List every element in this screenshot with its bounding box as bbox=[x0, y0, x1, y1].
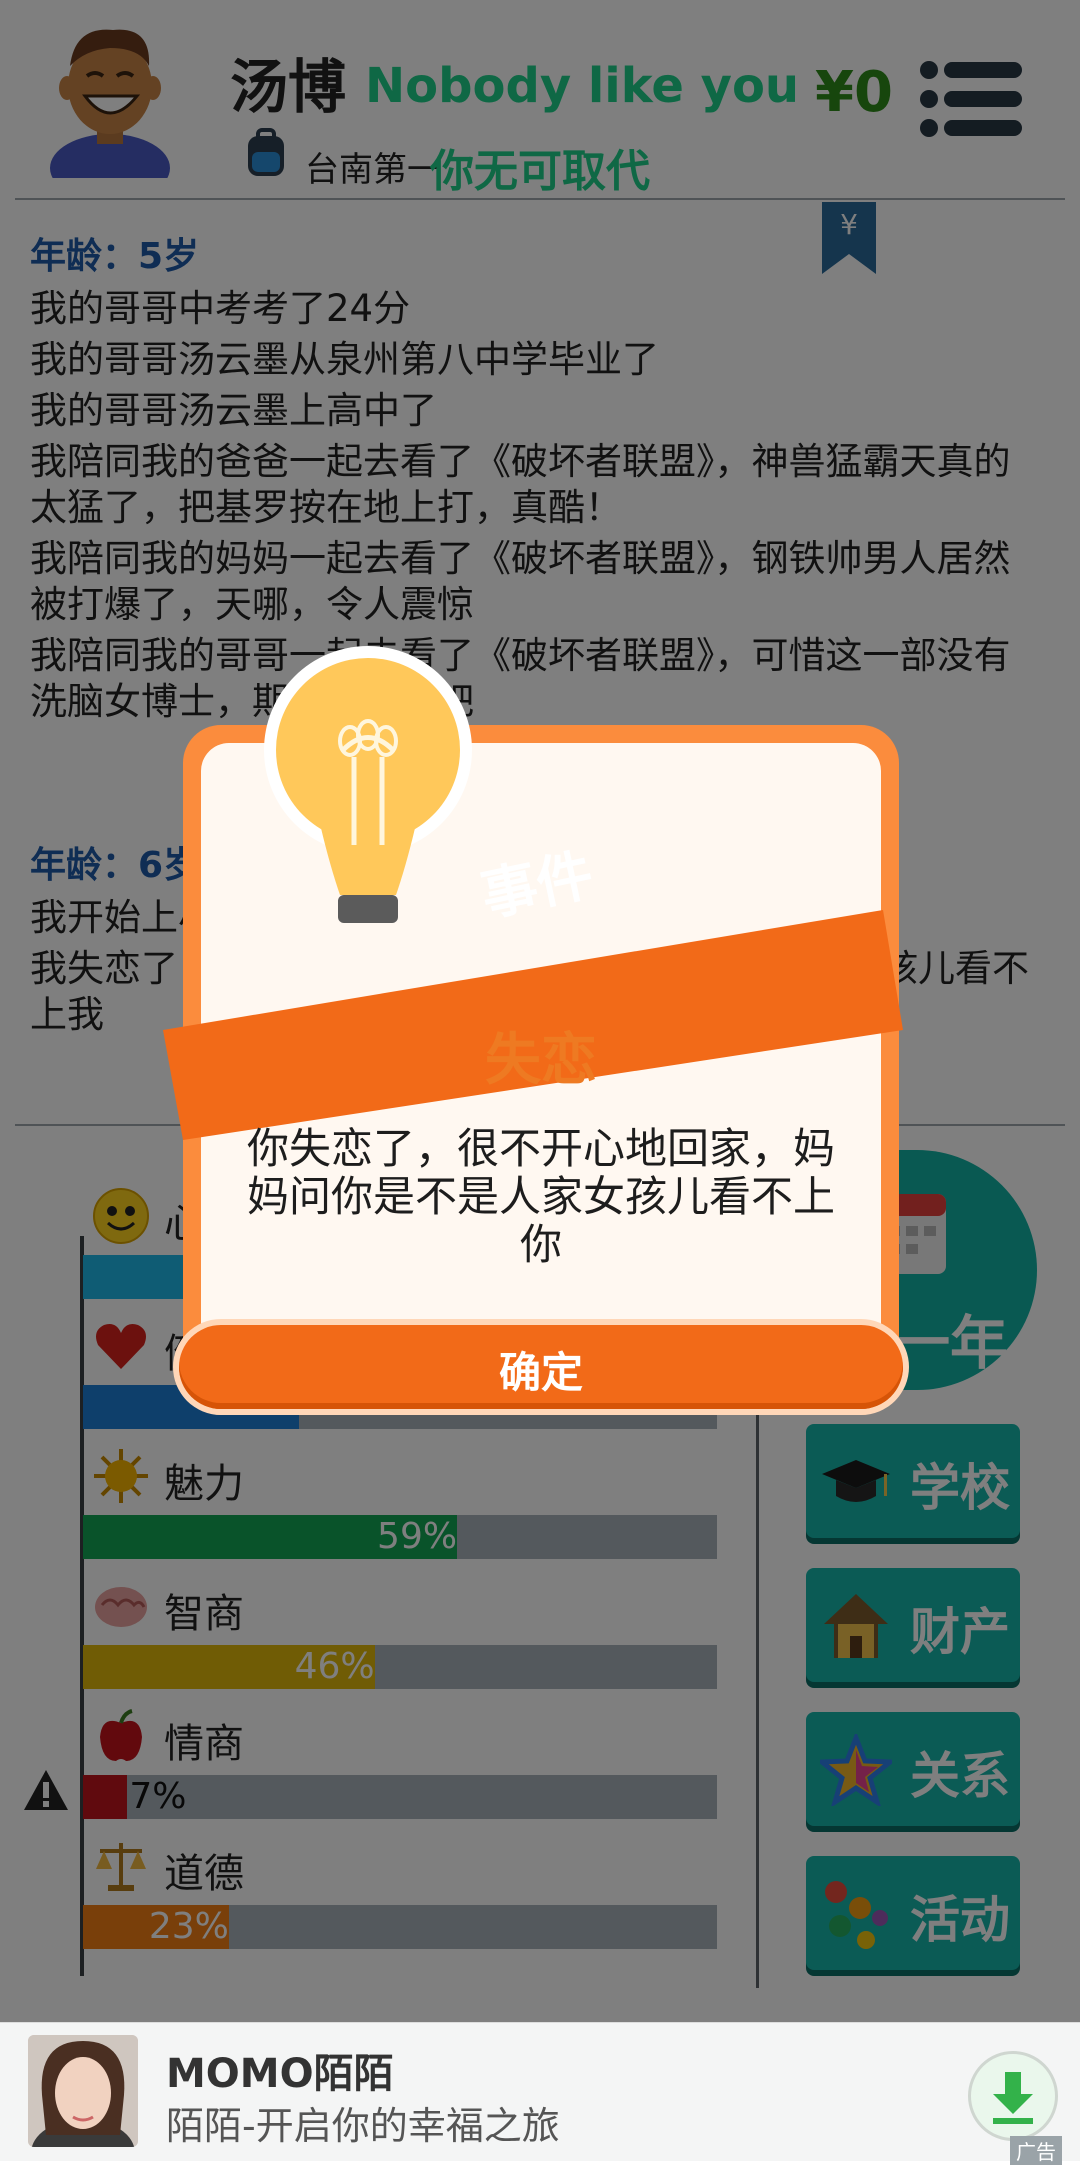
ad-subtitle[interactable]: 陌陌-开启你的幸福之旅 bbox=[166, 2095, 560, 2150]
confirm-button[interactable]: 确定 bbox=[179, 1325, 903, 1409]
event-dialog: 事件 失恋 你失恋了，很不开心地回家，妈妈问你是不是人家女孩儿看不上你 确定 bbox=[163, 646, 903, 1415]
dialog-title: 失恋 bbox=[485, 1028, 597, 1093]
ad-title[interactable]: MOMO陌陌 bbox=[166, 2041, 394, 2099]
dialog-message: 你失恋了，很不开心地回家，妈妈问你是不是人家女孩儿看不上你 bbox=[246, 1124, 835, 1269]
ad-avatar[interactable] bbox=[28, 2035, 138, 2147]
ad-label: 广告 bbox=[1010, 2136, 1062, 2165]
confirm-label: 确定 bbox=[498, 1348, 583, 1397]
ad-banner[interactable]: MOMO陌陌 陌陌-开启你的幸福之旅 bbox=[0, 2022, 1080, 2161]
lightbulb-icon bbox=[258, 645, 478, 935]
download-icon[interactable] bbox=[968, 2051, 1058, 2141]
